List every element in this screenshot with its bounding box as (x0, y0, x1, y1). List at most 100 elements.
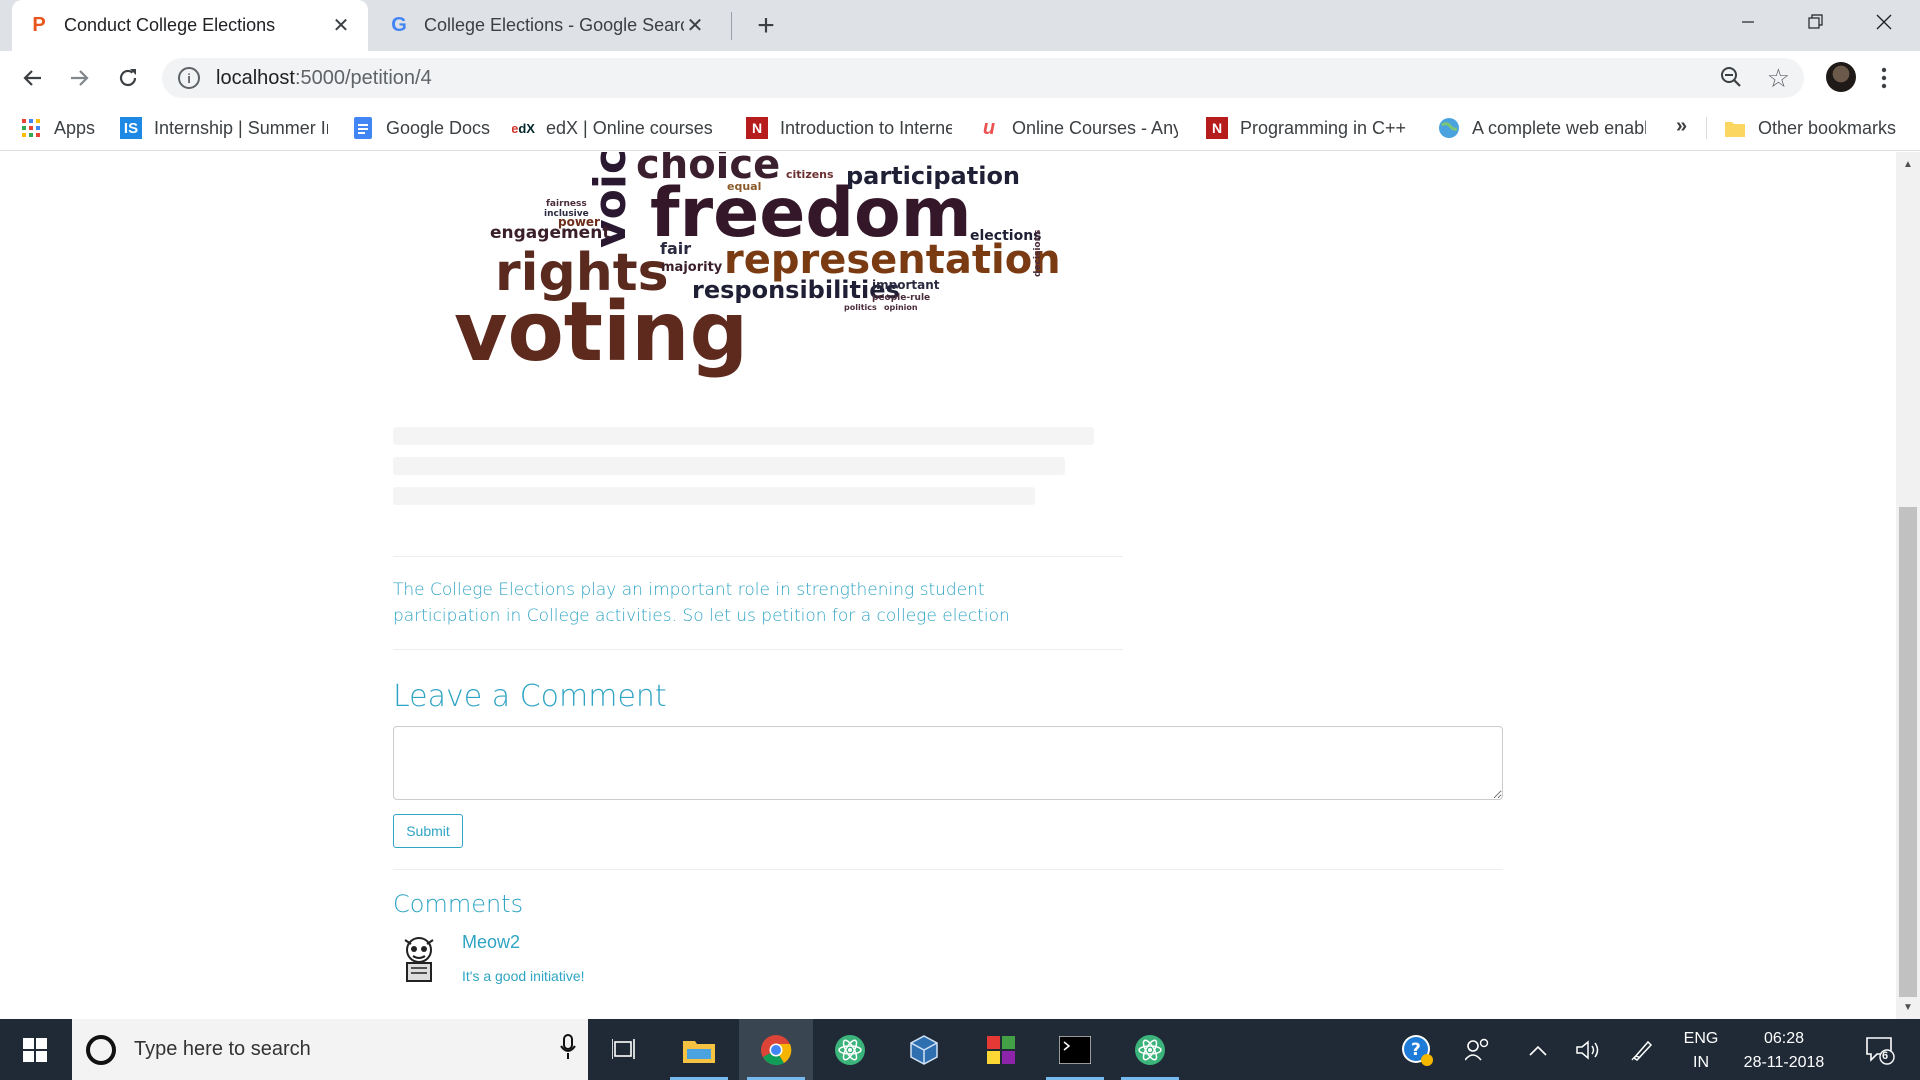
file-explorer-icon (683, 1040, 715, 1063)
pen-tray-button[interactable] (1620, 1019, 1664, 1080)
powtoon-favicon-icon: P (32, 14, 46, 36)
chrome-button[interactable] (739, 1019, 813, 1080)
bookmark-udemy[interactable]: u Online Courses - Anytime (978, 105, 1178, 151)
tab-conduct-college-elections[interactable]: P Conduct College Elections ✕ (12, 0, 368, 51)
comment-text: It's a good initiative! (462, 968, 585, 984)
chevron-up-icon (1529, 1045, 1547, 1056)
action-center-button[interactable]: 6 (1852, 1019, 1908, 1080)
edx-icon: e dX (512, 120, 535, 136)
address-bar[interactable]: i localhost:5000/petition/4 ☆ (162, 58, 1804, 98)
comment-username[interactable]: Meow2 (462, 932, 520, 953)
bookmark-other-bookmarks[interactable]: Other bookmarks (1724, 105, 1910, 151)
bookmark-label: Introduction to Internet (780, 117, 952, 138)
url-host: localhost (216, 66, 295, 89)
system-clock[interactable]: 06:28 28-11-2018 (1732, 1027, 1836, 1075)
help-icon: ? (1402, 1034, 1433, 1066)
zoom-icon[interactable] (1720, 66, 1742, 94)
clock-date: 28-11-2018 (1743, 1054, 1825, 1071)
start-button[interactable] (0, 1019, 70, 1080)
word-politics: politics (844, 303, 877, 312)
help-tray-button[interactable]: ? (1396, 1019, 1440, 1080)
bookmark-programming-cpp[interactable]: N Programming in C++ (1206, 105, 1412, 151)
browser-menu-button[interactable] (1872, 60, 1896, 96)
bookmarks-bar: Apps IS Internship | Summer Internship G… (0, 105, 1920, 151)
microphone-icon[interactable] (548, 1033, 588, 1066)
url-path: :5000/petition/4 (294, 66, 432, 89)
notification-icon (1866, 1036, 1895, 1065)
svg-text:?: ? (1411, 1040, 1421, 1060)
word-majority: majority (661, 260, 723, 275)
atom-secondary-button[interactable] (1113, 1019, 1187, 1080)
language-code: ENG (1683, 1030, 1719, 1047)
bookmark-label: edX | Online courses (546, 117, 712, 138)
restore-button[interactable] (1782, 0, 1850, 44)
profile-avatar[interactable] (1826, 62, 1856, 92)
word-decisions: decisions (1033, 230, 1043, 277)
bookmark-google-docs[interactable]: Google Docs (352, 105, 502, 151)
bookmark-label: Online Courses - Anytime (1012, 117, 1178, 138)
atom-icon (1135, 1034, 1165, 1065)
virtualbox-button[interactable] (887, 1019, 961, 1080)
more-bookmarks-chevron-icon[interactable]: » (1676, 115, 1687, 138)
bookmark-introduction-to-internet[interactable]: N Introduction to Internet (746, 105, 952, 151)
clock-time: 06:28 (1763, 1030, 1805, 1047)
page-scrollbar[interactable]: ▲ ▼ (1896, 152, 1920, 1019)
language-indicator[interactable]: ENG IN (1676, 1027, 1726, 1075)
tab-title: College Elections - Google Search (424, 15, 684, 35)
google-docs-icon (352, 117, 374, 139)
submit-comment-button[interactable]: Submit (393, 814, 463, 848)
scroll-up-arrow-icon[interactable]: ▲ (1896, 154, 1920, 174)
speaker-icon (1576, 1039, 1599, 1060)
people-tray-button[interactable] (1456, 1019, 1500, 1080)
new-tab-button[interactable]: + (748, 8, 784, 44)
tab-separator (731, 12, 732, 40)
windows-taskbar: Type here to search ? ENG IN 06:28 28-11… (0, 1019, 1920, 1080)
show-hidden-icons-button[interactable] (1518, 1019, 1558, 1080)
bookmark-label: Programming in C++ (1240, 117, 1407, 138)
close-tab-icon[interactable]: ✕ (330, 15, 352, 37)
kebab-menu-icon (1881, 67, 1887, 89)
word-important: important (872, 278, 940, 292)
terminal-icon (1059, 1035, 1091, 1064)
bookmark-edx[interactable]: e dX edX | Online courses (512, 105, 712, 151)
windows-logo-icon (23, 1037, 47, 1062)
region-code: IN (1693, 1054, 1709, 1071)
forward-button[interactable] (62, 60, 98, 96)
file-explorer-button[interactable] (662, 1019, 736, 1080)
site-info-icon[interactable]: i (178, 67, 200, 89)
bookmark-label: Other bookmarks (1758, 117, 1897, 138)
word-fair: fair (660, 239, 691, 258)
comment-textarea[interactable] (393, 726, 1503, 800)
scroll-down-arrow-icon[interactable]: ▼ (1896, 997, 1920, 1017)
scroll-thumb[interactable] (1899, 507, 1917, 997)
bookmark-internshala[interactable]: IS Internship | Summer Internship (120, 105, 328, 151)
chrome-icon (761, 1034, 792, 1065)
terminal-button[interactable] (1038, 1019, 1112, 1080)
udemy-icon: u (982, 116, 996, 139)
bookmark-star-icon[interactable]: ☆ (1767, 63, 1790, 94)
volume-tray-button[interactable] (1566, 1019, 1610, 1080)
tab-strip: P Conduct College Elections ✕ G College … (0, 0, 1920, 51)
reload-button[interactable] (110, 60, 146, 96)
page-content: choice voice participation citizens equa… (0, 152, 1896, 1019)
cortana-icon[interactable] (86, 1034, 116, 1065)
close-window-button[interactable] (1850, 0, 1918, 44)
atom-button[interactable] (813, 1019, 887, 1080)
minimize-button[interactable] (1714, 0, 1782, 44)
nptel-icon: N (1206, 117, 1228, 139)
search-placeholder: Type here to search (134, 1038, 311, 1060)
bookmark-web-enabled[interactable]: A complete web enabled (1438, 105, 1646, 151)
tab-google-search[interactable]: G College Elections - Google Search ✕ (372, 0, 722, 51)
internshala-icon: IS (120, 117, 142, 139)
petition-description: The College Elections play an important … (393, 580, 1010, 626)
bookmark-separator (1706, 117, 1707, 139)
office-app-button[interactable] (964, 1019, 1038, 1080)
bookmark-apps[interactable]: Apps (20, 105, 104, 151)
back-button[interactable] (14, 60, 50, 96)
task-view-button[interactable] (588, 1019, 662, 1080)
taskbar-search-box[interactable]: Type here to search (72, 1019, 588, 1080)
folder-icon (1724, 117, 1746, 139)
faded-text-block (393, 427, 1123, 537)
close-tab-icon[interactable]: ✕ (684, 15, 706, 37)
tab-title: Conduct College Elections (64, 15, 276, 35)
